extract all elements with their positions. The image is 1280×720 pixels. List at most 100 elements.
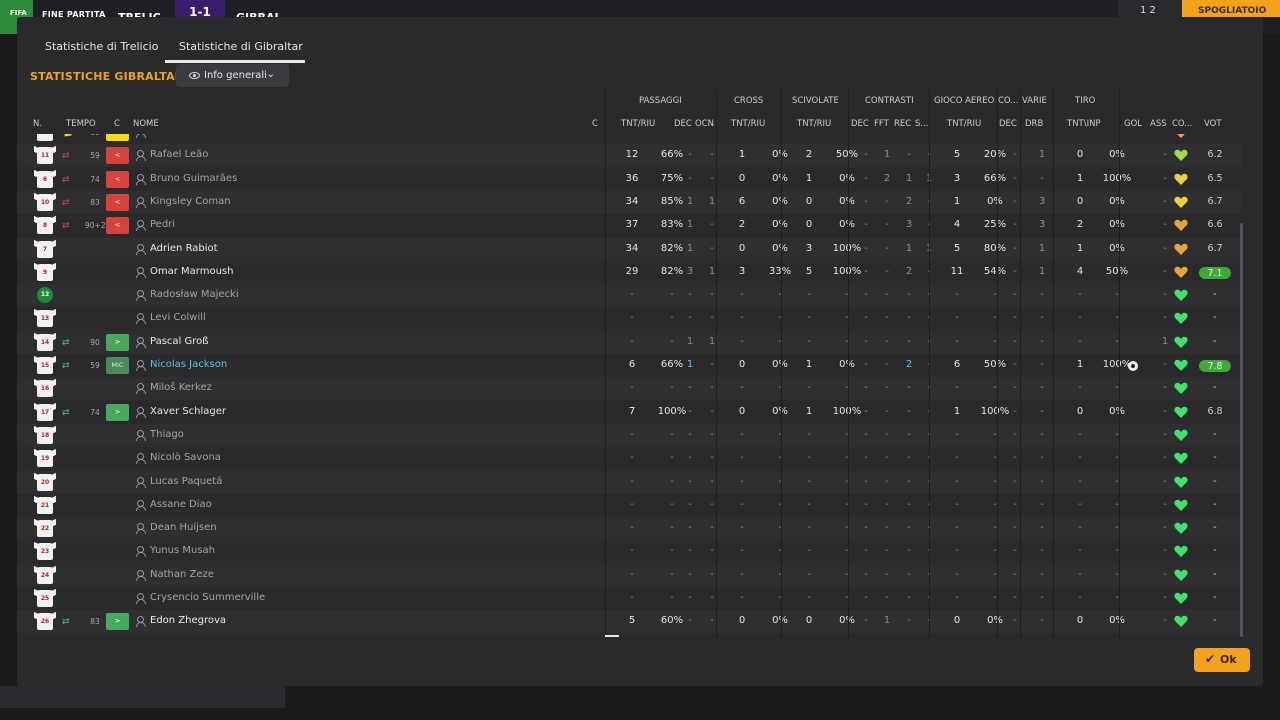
event-minute: 74 (90, 174, 100, 184)
stat-cell: - (1163, 359, 1167, 370)
table-row[interactable]: 11⇄59<Rafael Leão1266%--10%250%-1--520%-… (17, 144, 1241, 168)
tab-trelicio-stats[interactable]: Statistiche di Trelicio (45, 40, 158, 53)
col-nome[interactable]: NOME (133, 119, 159, 129)
col-con-s[interactable]: S... (915, 119, 929, 129)
col-con-rec[interactable]: REC (894, 119, 911, 129)
col-pass-tnt[interactable]: TNT/RIU (621, 119, 655, 129)
table-row[interactable]: 23Yunus Musah-------------------- (17, 540, 1241, 563)
table-row[interactable]: 18Thiago-------------------- (17, 423, 1241, 447)
col-con-dec[interactable]: DEC (851, 119, 869, 129)
table-row[interactable]: 10⇄83<Kingsley Coman3485%1160%00%--2-10%… (17, 190, 1241, 214)
spogliatoio-button[interactable]: SPOGLIATOIO (1182, 0, 1280, 17)
col-con-fft[interactable]: FFT (874, 119, 889, 129)
table-row[interactable]: 369AmmOleksandr Zinchenko3485%211118%560… (17, 134, 1241, 144)
stat-cell: - (907, 335, 911, 347)
view-dropdown[interactable]: Info generali ⌄ (176, 64, 289, 87)
stat-cell: 0% (1109, 242, 1125, 254)
table-row[interactable]: 12Radosław Majecki-------------------- (17, 284, 1241, 308)
person-icon (136, 134, 146, 138)
stat-cell: 1 (686, 359, 694, 370)
stat-cell: 33% (768, 265, 792, 277)
table-row[interactable]: 17⇄74>Xaver Schlager7100%--00%1100%----1… (17, 401, 1241, 424)
stat-cell: 0 (738, 359, 746, 370)
stat-cell: - (778, 289, 782, 301)
horizontal-scrollbar[interactable] (605, 635, 619, 637)
tab-gibraltar-stats[interactable]: Statistiche di Gibraltar (179, 40, 303, 53)
group-cross: CROSS (734, 96, 764, 106)
stat-cell: - (885, 265, 889, 277)
col-co-dec[interactable]: DEC (999, 119, 1017, 129)
condition-heart-icon (1174, 522, 1188, 535)
stat-cell: - (993, 312, 997, 324)
stat-cell: 2 (905, 359, 913, 370)
stat-cell: - (885, 568, 889, 580)
stat-cell: - (1040, 452, 1044, 464)
person-icon (136, 523, 146, 535)
person-icon (136, 220, 146, 232)
col-tiro-tnt[interactable]: TNT\INP (1067, 119, 1101, 129)
stat-cell: - (885, 498, 889, 510)
stat-cell: - (955, 312, 959, 324)
stat-cell: - (885, 242, 889, 254)
nav-button[interactable]: 1 2 (1118, 0, 1182, 17)
table-row[interactable]: 15⇄59MiCNicolas Jackson666%1-00%10%--2-6… (17, 354, 1241, 377)
table-row[interactable]: 19Nicolò Savona-------------------- (17, 447, 1241, 470)
stat-cell: - (1163, 219, 1167, 231)
table-row[interactable]: 26⇄83>Edon Zhegrova560%--00%00%-1--00%--… (17, 610, 1241, 634)
stat-cell: - (885, 219, 889, 231)
table-row[interactable]: 22Dean Huijsen-------------------- (17, 517, 1241, 541)
stat-cell: - (907, 382, 911, 394)
table-row[interactable]: 24Nathan Zeze-------------------- (17, 563, 1241, 587)
col-sciv-tnt[interactable]: TNT/RIU (797, 119, 831, 129)
stat-cell: - (1078, 428, 1082, 440)
stat-cell: 0% (772, 359, 788, 370)
col-c2[interactable]: C (592, 119, 598, 129)
col-ass[interactable]: ASS (1150, 119, 1167, 129)
table-row[interactable]: 25 Crysencio Summerville - - - - - - - - - - - - - - - - -… (17, 587, 1241, 610)
stat-cell: - (864, 335, 868, 347)
col-vot[interactable]: VOT (1204, 119, 1222, 129)
table-row[interactable]: 8⇄90+2<Pedri3783%1-20%00%--3-425%-320%-6… (17, 214, 1241, 237)
table-row[interactable]: 14⇄90>Pascal Groß--11--------------1- (17, 330, 1241, 354)
table-row[interactable]: 21Assane Diao-------------------- (17, 494, 1241, 517)
table-row[interactable]: 13Levi Colwill-------------------- (17, 307, 1241, 330)
col-gol[interactable]: GOL (1124, 119, 1142, 129)
col-pass-dec[interactable]: DEC (674, 119, 692, 129)
player-rating: - (1213, 475, 1217, 487)
stat-cell: - (955, 545, 959, 557)
stat-cell: - (1078, 475, 1082, 487)
stat-cell: - (1163, 312, 1167, 324)
table-row[interactable]: 9Omar Marmoush2982%31333%5100%--2-1154%-… (17, 261, 1241, 284)
stat-cell: - (864, 149, 868, 161)
ok-button[interactable]: ✔ Ok (1194, 648, 1250, 672)
stat-cell: - (740, 592, 744, 603)
col-aereo-tnt[interactable]: TNT/RIU (947, 119, 981, 129)
table-row[interactable]: 6⇄74<Bruno Guimarães3675%--00%10%-211366… (17, 168, 1241, 191)
table-row[interactable]: 20Lucas Paquetá-------------------- (17, 470, 1241, 494)
shirt-number-icon: 25 (37, 590, 53, 607)
group-contrasti: CONTRASTI (865, 96, 914, 106)
stat-cell: - (1040, 428, 1044, 440)
stat-cell: - (1163, 592, 1167, 603)
stat-cell: - (740, 335, 744, 347)
col-cross-tnt[interactable]: TNT/RIU (731, 119, 765, 129)
condition-heart-icon (1174, 382, 1188, 395)
col-co2[interactable]: CO... (1172, 119, 1192, 129)
col-pass-ocn[interactable]: OCN (695, 119, 714, 129)
stat-cell: - (864, 522, 868, 534)
vertical-scrollbar[interactable] (1240, 223, 1243, 637)
stat-cell: - (1163, 289, 1167, 301)
table-row[interactable]: 7Adrien Rabiot3482%1-00%3100%--11580%-11… (17, 237, 1241, 261)
col-c[interactable]: C (114, 119, 120, 129)
col-tempo[interactable]: TEMPO (66, 119, 96, 129)
stat-cell: - (993, 289, 997, 301)
stat-cell: - (688, 545, 692, 557)
stat-cell: - (907, 522, 911, 534)
col-n[interactable]: N. (33, 119, 42, 129)
player-name[interactable]: Nicolas Jackson (150, 359, 227, 370)
stat-cell: - (864, 498, 868, 510)
person-icon (136, 546, 146, 558)
yellow-card-icon (63, 134, 72, 137)
col-varie-drb[interactable]: DRB (1025, 119, 1043, 129)
table-row[interactable]: 16Miloš Kerkez-------------------- (17, 377, 1241, 401)
